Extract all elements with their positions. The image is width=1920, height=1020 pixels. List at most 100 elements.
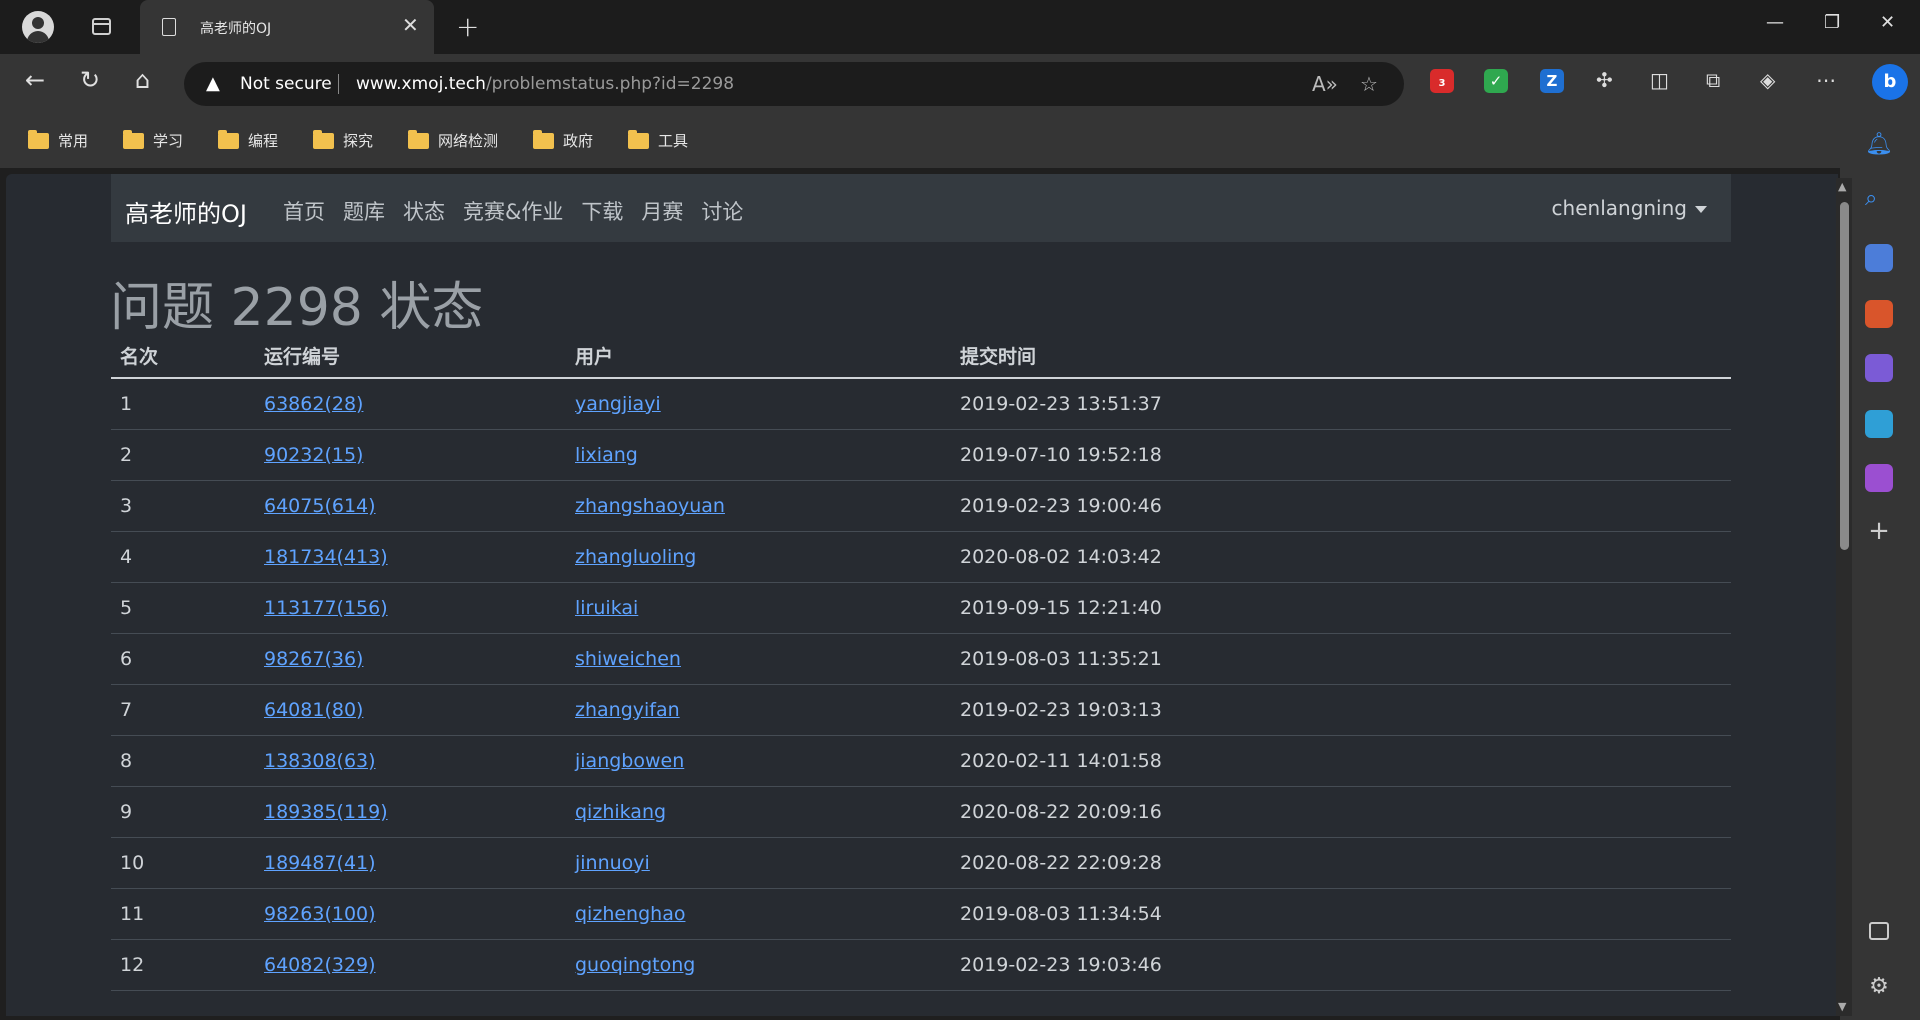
tools-briefcase-icon[interactable]	[1865, 300, 1893, 328]
close-window-icon[interactable]: ✕	[1880, 12, 1895, 33]
bookmark-folder[interactable]: 工具	[628, 129, 688, 151]
extension-shield-icon[interactable]: ✓	[1484, 69, 1508, 93]
bookmark-folder[interactable]: 学习	[123, 129, 183, 151]
run-id-link[interactable]: 181734(413)	[264, 546, 388, 568]
favorite-star-icon[interactable]: ☆	[1360, 72, 1378, 96]
collections-icon[interactable]: ⧉	[1706, 68, 1720, 92]
table-row: 1 63862(28) yangjiayi 2019-02-23 13:51:37	[111, 378, 1731, 430]
extensions-puzzle-icon[interactable]: ✣	[1596, 68, 1613, 92]
office-icon[interactable]	[1865, 354, 1893, 382]
nav-link-status[interactable]: 状态	[403, 196, 445, 226]
rank-cell: 3	[111, 480, 255, 532]
search-icon[interactable]: ⌕	[1865, 186, 1893, 214]
nav-link-download[interactable]: 下载	[581, 196, 623, 226]
address-separator	[338, 74, 339, 94]
table-row: 8 138308(63) jiangbowen 2020-02-11 14:01:58	[111, 735, 1731, 787]
nav-link-home[interactable]: 首页	[283, 196, 325, 226]
run-id: 64082(329)	[255, 939, 566, 991]
hide-sidebar-icon[interactable]	[1869, 922, 1889, 940]
submit-time-cell: 2019-02-23 13:51:37	[951, 378, 1731, 430]
bookmark-folder[interactable]: 政府	[533, 129, 593, 151]
user-link[interactable]: qizhenghao	[575, 903, 685, 925]
username: chenlangning	[1551, 196, 1687, 220]
refresh-icon[interactable]: ↻	[80, 66, 100, 94]
extension-red-icon[interactable]: 3	[1430, 69, 1454, 93]
run-id-link[interactable]: 138308(63)	[264, 750, 376, 772]
home-icon[interactable]: ⌂	[135, 66, 150, 94]
more-menu-icon[interactable]: ⋯	[1816, 68, 1836, 92]
bookmark-folder[interactable]: 网络检测	[408, 129, 498, 151]
shopping-tag-icon[interactable]	[1865, 244, 1893, 272]
read-aloud-icon[interactable]: A»	[1312, 72, 1338, 96]
user-link[interactable]: jiangbowen	[575, 750, 684, 772]
run-id-link[interactable]: 90232(15)	[264, 444, 363, 466]
run-id-link[interactable]: 63862(28)	[264, 393, 363, 415]
run-id-link[interactable]: 64081(80)	[264, 699, 363, 721]
user-link[interactable]: zhangyifan	[575, 699, 680, 721]
table-row: 12 64082(329) guoqingtong 2019-02-23 19:03:…	[111, 939, 1731, 991]
restore-icon[interactable]: ❐	[1824, 12, 1840, 33]
user: qizhenghao	[566, 888, 951, 940]
performance-icon[interactable]: ◈	[1760, 68, 1775, 92]
back-icon[interactable]: ←	[25, 66, 45, 94]
active-tab[interactable]: 高老师的OJ ✕	[140, 0, 434, 54]
run-id-link[interactable]: 98263(100)	[264, 903, 376, 925]
user-link[interactable]: liruikai	[575, 597, 638, 619]
user-link[interactable]: zhangshaoyuan	[575, 495, 725, 517]
url-text[interactable]: www.xmoj.tech/problemstatus.php?id=2298	[356, 74, 734, 94]
run-id-link[interactable]: 113177(156)	[264, 597, 388, 619]
folder-icon	[533, 129, 554, 149]
page-scrollbar[interactable]: ▲ ▼	[1836, 178, 1852, 1016]
user-link[interactable]: guoqingtong	[575, 954, 695, 976]
nav-link-problems[interactable]: 题库	[343, 196, 385, 226]
run-id: 189487(41)	[255, 837, 566, 889]
user-dropdown[interactable]: chenlangning	[1552, 196, 1707, 220]
user: liruikai	[566, 582, 951, 634]
bookmark-folder[interactable]: 编程	[218, 129, 278, 151]
minimize-icon[interactable]: —	[1766, 12, 1784, 33]
scroll-up-icon[interactable]: ▲	[1838, 180, 1846, 193]
scroll-thumb[interactable]	[1840, 202, 1849, 550]
profile-avatar-icon[interactable]	[22, 11, 54, 43]
run-id-link[interactable]: 98267(36)	[264, 648, 363, 670]
bookmark-folder[interactable]: 探究	[313, 129, 373, 151]
add-sidebar-app-icon[interactable]: +	[1865, 516, 1893, 546]
games-icon[interactable]	[1865, 464, 1893, 492]
site-nav-links: 首页 题库 状态 竞赛&作业 下载 月赛 讨论	[283, 196, 743, 226]
nav-link-discuss[interactable]: 讨论	[701, 196, 743, 226]
security-label[interactable]: Not secure	[240, 74, 332, 94]
site-brand[interactable]: 高老师的OJ	[125, 194, 247, 229]
close-tab-icon[interactable]: ✕	[402, 13, 419, 37]
run-id-link[interactable]: 189487(41)	[264, 852, 376, 874]
run-id: 98267(36)	[255, 633, 566, 685]
settings-gear-icon[interactable]: ⚙	[1865, 974, 1893, 1002]
new-tab-icon[interactable]: +	[456, 10, 479, 43]
tab-title: 高老师的OJ	[200, 21, 272, 37]
split-screen-icon[interactable]: ◫	[1650, 68, 1669, 92]
scroll-down-icon[interactable]: ▼	[1838, 1000, 1846, 1013]
nav-link-monthly[interactable]: 月赛	[641, 196, 683, 226]
user-link[interactable]: yangjiayi	[575, 393, 661, 415]
bookmark-folder[interactable]: 常用	[28, 129, 89, 151]
notification-bell-icon[interactable]: 🔔︎	[1865, 132, 1893, 160]
run-id-link[interactable]: 64075(614)	[264, 495, 376, 517]
bookmark-label: 常用	[58, 132, 89, 150]
warning-icon[interactable]: ▲	[206, 73, 220, 94]
user: zhangshaoyuan	[566, 480, 951, 532]
nav-link-contests[interactable]: 竞赛&作业	[463, 196, 563, 226]
folder-icon	[628, 129, 649, 149]
extension-blue-icon[interactable]: Z	[1540, 69, 1564, 93]
user-link[interactable]: jinnuoyi	[575, 852, 650, 874]
telegram-icon[interactable]	[1865, 410, 1893, 438]
run-id-link[interactable]: 64082(329)	[264, 954, 376, 976]
address-bar[interactable]: ▲ Not secure www.xmoj.tech/problemstatus…	[184, 62, 1404, 106]
user-link[interactable]: qizhikang	[575, 801, 666, 823]
table-header-row: 名次 运行编号 用户 提交时间	[111, 334, 1731, 379]
tab-actions-icon[interactable]	[92, 18, 111, 35]
run-id-link[interactable]: 189385(119)	[264, 801, 388, 823]
user-link[interactable]: zhangluoling	[575, 546, 696, 568]
copilot-icon[interactable]: b	[1872, 64, 1908, 100]
edge-sidebar: 🔔︎ ⌕ + ⚙	[1840, 112, 1920, 1020]
user-link[interactable]: shiweichen	[575, 648, 681, 670]
user-link[interactable]: lixiang	[575, 444, 638, 466]
